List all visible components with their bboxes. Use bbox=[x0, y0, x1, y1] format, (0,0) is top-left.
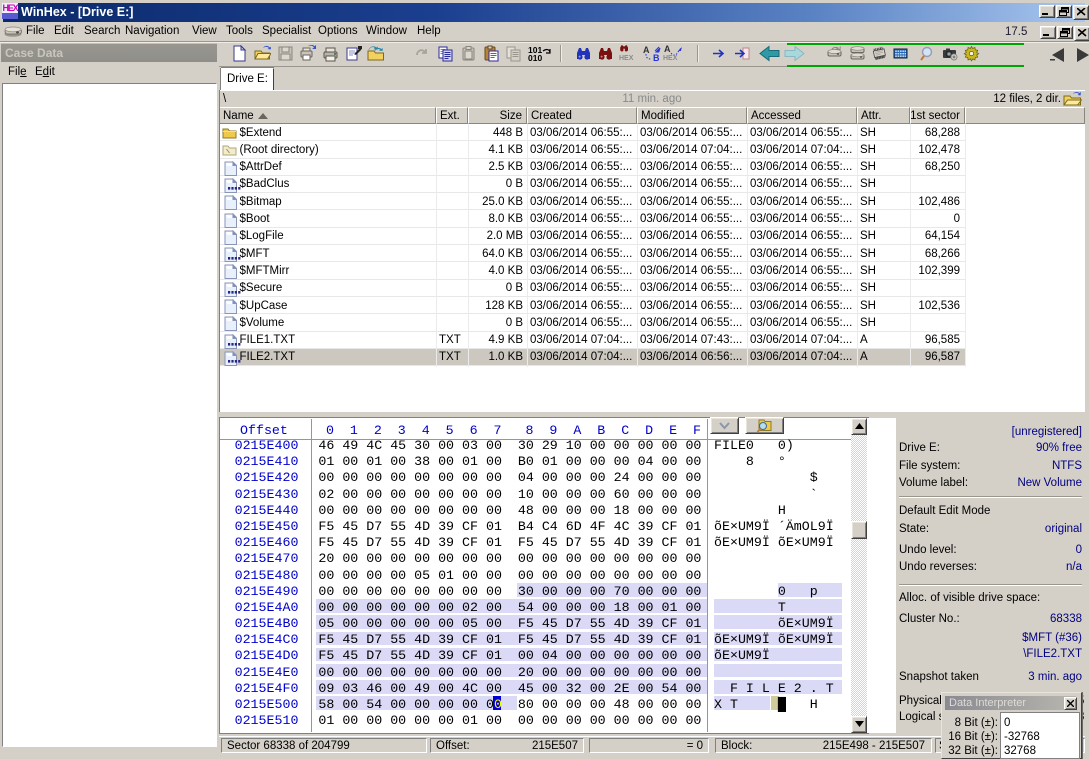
svg-text:HEX: HEX bbox=[663, 55, 678, 61]
svg-text:010: 010 bbox=[528, 53, 542, 62]
svg-text:B: B bbox=[653, 53, 660, 62]
svg-text:A: A bbox=[643, 45, 650, 55]
svg-text:HEX: HEX bbox=[619, 55, 634, 61]
svg-text:A: A bbox=[664, 44, 671, 54]
